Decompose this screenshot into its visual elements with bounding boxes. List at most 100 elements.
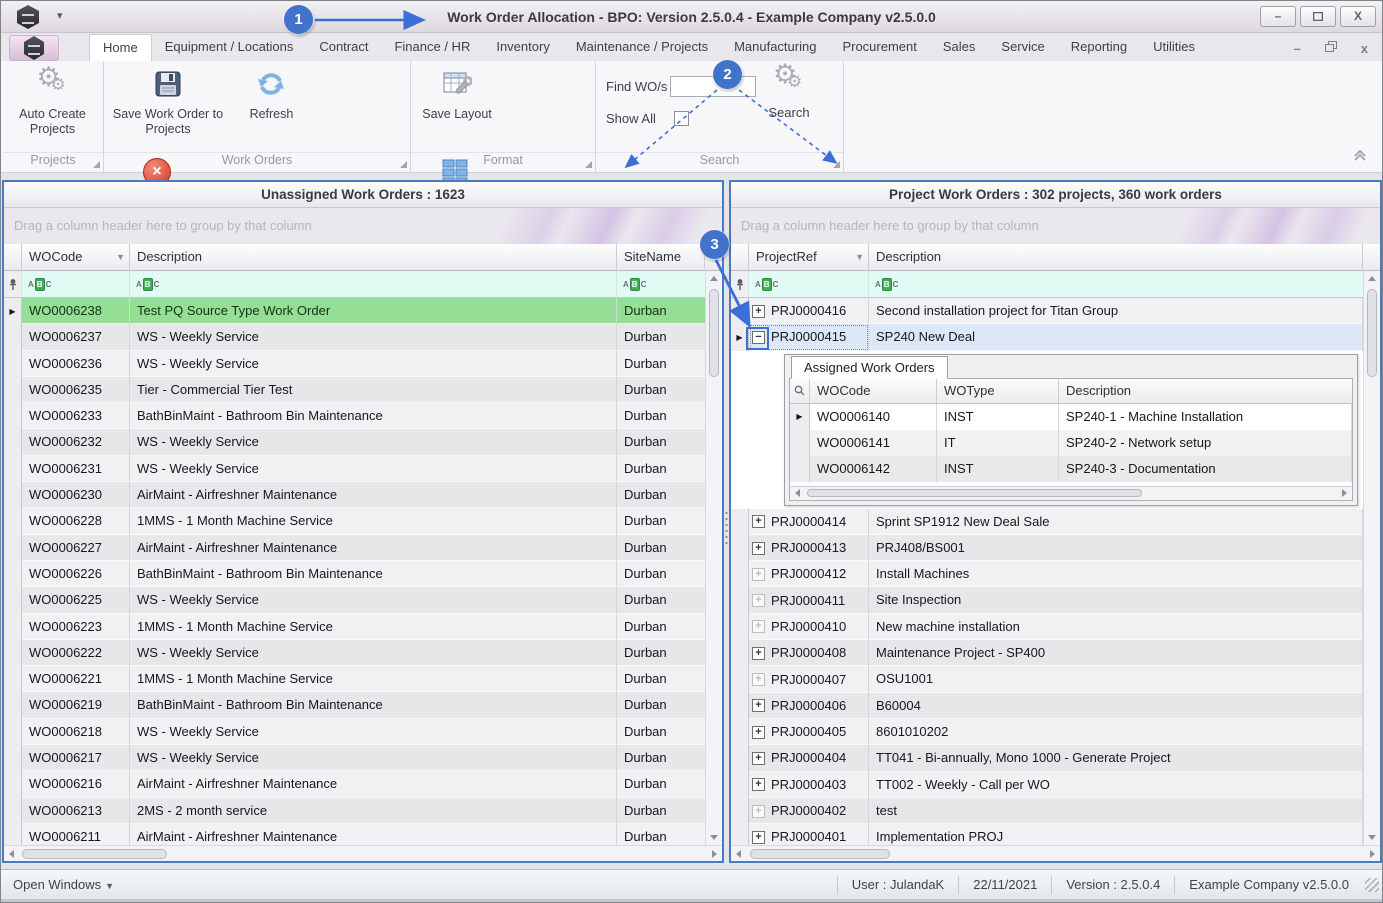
scroll-up-icon[interactable] xyxy=(710,276,718,281)
detail-column-wocode[interactable]: WOCode xyxy=(810,378,937,403)
expand-icon[interactable]: + xyxy=(752,699,765,713)
table-row[interactable]: + PRJ0000416 Second installation project f… xyxy=(731,298,1363,325)
pin-icon[interactable] xyxy=(4,271,22,298)
filter-cell-description[interactable]: ABC xyxy=(869,271,1363,298)
table-row[interactable]: + PRJ0000404 TT041 - Bi-annually, Mono 100… xyxy=(731,745,1363,772)
tab-assigned-work-orders[interactable]: Assigned Work Orders xyxy=(791,355,948,379)
expand-icon[interactable]: + xyxy=(752,778,765,792)
tab-home[interactable]: Home xyxy=(89,34,152,61)
detail-column-wotype[interactable]: WOType xyxy=(937,378,1059,403)
show-all-checkbox[interactable] xyxy=(674,111,689,126)
table-row[interactable]: + PRJ0000413 PRJ408/BS001 xyxy=(731,534,1363,562)
table-row[interactable]: WO0006231 WS - Weekly Service Durban xyxy=(4,455,705,483)
table-row[interactable]: + PRJ0000410 New machine installation xyxy=(731,613,1363,641)
right-vertical-scrollbar[interactable] xyxy=(1363,271,1380,845)
dialog-launcher-icon[interactable] xyxy=(833,161,840,168)
tab-reporting[interactable]: Reporting xyxy=(1058,34,1140,61)
filter-dropdown-icon[interactable]: ▼ xyxy=(116,244,125,270)
table-row[interactable]: WO0006211 AirMaint - Airfreshner Maintena… xyxy=(4,823,705,845)
scroll-down-icon[interactable] xyxy=(1368,835,1376,840)
right-horizontal-scrollbar[interactable] xyxy=(731,845,1380,861)
expand-icon[interactable]: + xyxy=(752,673,765,687)
column-header-sitename[interactable]: SiteName xyxy=(617,244,705,271)
tab-sales[interactable]: Sales xyxy=(930,34,989,61)
expand-icon[interactable]: + xyxy=(752,567,765,581)
detail-row[interactable]: WO0006142 INST SP240-3 - Documentation xyxy=(790,455,1352,482)
table-row[interactable]: WO0006236 WS - Weekly Service Durban xyxy=(4,350,705,377)
filter-dropdown-icon[interactable]: ▼ xyxy=(855,244,864,270)
table-row[interactable]: WO0006213 2MS - 2 month service Durban xyxy=(4,797,705,824)
left-vertical-scrollbar[interactable] xyxy=(705,271,722,845)
left-group-by-bar[interactable]: Drag a column header here to group by th… xyxy=(4,208,722,244)
tab-service[interactable]: Service xyxy=(988,34,1057,61)
table-row[interactable]: WO0006228 1MMS - 1 Month Machine Service D… xyxy=(4,508,705,535)
filter-cell-wocode[interactable]: ABC xyxy=(22,271,130,298)
table-row[interactable]: + PRJ0000411 Site Inspection xyxy=(731,587,1363,614)
table-row[interactable]: WO0006235 Tier - Commercial Tier Test Durb… xyxy=(4,376,705,404)
resize-grip[interactable] xyxy=(1365,878,1379,892)
table-row[interactable]: + PRJ0000414 Sprint SP1912 New Deal Sale xyxy=(731,508,1363,535)
detail-horizontal-scrollbar[interactable] xyxy=(790,485,1352,500)
tab-finance-hr[interactable]: Finance / HR xyxy=(381,34,483,61)
refresh-button[interactable]: Refresh xyxy=(236,61,306,149)
table-row[interactable]: WO0006237 WS - Weekly Service Durban xyxy=(4,324,705,351)
magnifier-icon[interactable] xyxy=(790,378,810,403)
save-work-order-button[interactable]: Save Work Order to Projects xyxy=(104,61,232,149)
tab-equipment-locations[interactable]: Equipment / Locations xyxy=(152,34,307,61)
table-row[interactable]: WO0006227 AirMaint - Airfreshner Maintena… xyxy=(4,534,705,561)
auto-create-projects-button[interactable]: ⚙ ⚙ Auto Create Projects xyxy=(3,61,102,149)
table-row[interactable]: WO0006233 BathBinMaint - Bathroom Bin Mai… xyxy=(4,403,705,430)
expand-icon[interactable]: + xyxy=(752,830,765,844)
table-row[interactable]: + PRJ0000402 test xyxy=(731,797,1363,825)
scroll-left-icon[interactable] xyxy=(9,849,14,858)
tab-inventory[interactable]: Inventory xyxy=(483,34,562,61)
scroll-left-icon[interactable] xyxy=(736,849,741,858)
scrollbar-thumb[interactable] xyxy=(750,848,890,859)
column-header-wocode[interactable]: WOCode ▼ xyxy=(22,244,130,271)
close-button[interactable]: X xyxy=(1340,6,1376,27)
dialog-launcher-icon[interactable] xyxy=(400,161,407,168)
scrollbar-thumb[interactable] xyxy=(807,489,1142,498)
tab-procurement[interactable]: Procurement xyxy=(829,34,929,61)
table-row[interactable]: ▶ WO0006238 Test PQ Source Type Work Order… xyxy=(4,298,705,325)
table-row[interactable]: + PRJ0000408 Maintenance Project - SP400 xyxy=(731,640,1363,667)
scroll-right-icon[interactable] xyxy=(712,849,717,858)
table-row[interactable]: WO0006218 WS - Weekly Service Durban xyxy=(4,718,705,746)
expand-icon[interactable]: + xyxy=(752,751,765,765)
table-row[interactable]: ▶ − PRJ0000415 SP240 New Deal xyxy=(731,324,1363,351)
table-row[interactable]: + PRJ0000412 Install Machines xyxy=(731,561,1363,588)
table-row[interactable]: WO0006221 1MMS - 1 Month Machine Service D… xyxy=(4,666,705,693)
collapse-ribbon-icon[interactable] xyxy=(1352,148,1368,166)
save-layout-button[interactable]: Save Layout xyxy=(411,61,503,149)
expand-icon[interactable]: + xyxy=(752,541,765,555)
dialog-launcher-icon[interactable] xyxy=(93,161,100,168)
dialog-launcher-icon[interactable] xyxy=(585,161,592,168)
detail-row[interactable]: WO0006141 IT SP240-2 - Network setup xyxy=(790,429,1352,456)
scroll-right-icon[interactable] xyxy=(1342,489,1347,498)
table-row[interactable]: WO0006222 WS - Weekly Service Durban xyxy=(4,639,705,667)
expand-icon[interactable]: + xyxy=(752,620,765,634)
filter-cell-sitename[interactable]: ABC xyxy=(617,271,705,298)
scrollbar-thumb[interactable] xyxy=(22,848,167,859)
table-row[interactable]: + PRJ0000401 Implementation PROJ xyxy=(731,824,1363,845)
tab-utilities[interactable]: Utilities xyxy=(1140,34,1208,61)
scrollbar-thumb[interactable] xyxy=(1367,289,1377,377)
table-row[interactable]: WO0006223 1MMS - 1 Month Machine Service D… xyxy=(4,613,705,640)
table-row[interactable]: WO0006226 BathBinMaint - Bathroom Bin Mai… xyxy=(4,560,705,588)
tab-contract[interactable]: Contract xyxy=(306,34,381,61)
expand-icon[interactable]: + xyxy=(752,725,765,739)
table-row[interactable]: + PRJ0000403 TT002 - Weekly - Call per WO xyxy=(731,771,1363,798)
table-row[interactable]: WO0006219 BathBinMaint - Bathroom Bin Mai… xyxy=(4,692,705,719)
filter-cell-description[interactable]: ABC xyxy=(130,271,617,298)
expand-icon[interactable]: + xyxy=(752,515,765,529)
table-row[interactable]: WO0006232 WS - Weekly Service Durban xyxy=(4,429,705,456)
table-row[interactable]: WO0006230 AirMaint - Airfreshner Maintena… xyxy=(4,482,705,509)
filter-cell-projectref[interactable]: ABC xyxy=(749,271,869,298)
minimize-button[interactable]: – xyxy=(1260,6,1296,27)
table-row[interactable]: WO0006217 WS - Weekly Service Durban xyxy=(4,745,705,772)
mdi-close-icon[interactable]: x xyxy=(1361,41,1368,56)
scroll-down-icon[interactable] xyxy=(710,835,718,840)
scroll-left-icon[interactable] xyxy=(795,489,800,498)
left-horizontal-scrollbar[interactable] xyxy=(4,845,722,861)
application-button[interactable] xyxy=(9,35,59,61)
